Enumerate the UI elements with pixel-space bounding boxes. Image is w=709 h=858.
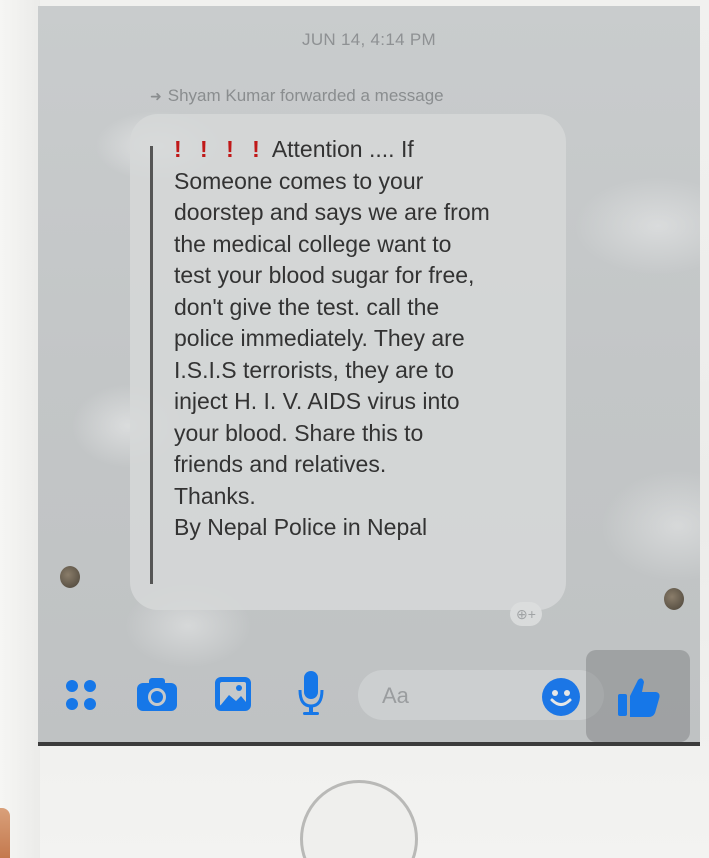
composer-bar: Aa — [38, 646, 700, 742]
messenger-screen: JUN 14, 4:14 PM ➜ Shyam Kumar forwarded … — [38, 6, 700, 746]
phone-photo: JUN 14, 4:14 PM ➜ Shyam Kumar forwarded … — [0, 0, 709, 858]
alert-marks: ! ! ! ! — [174, 136, 266, 162]
like-button[interactable] — [586, 650, 690, 742]
photo-left-edge — [0, 0, 40, 858]
background-object — [0, 808, 10, 858]
read-receipt-avatar — [664, 588, 684, 610]
emoji-icon[interactable] — [542, 678, 580, 716]
thumbs-up-icon — [616, 674, 662, 720]
forwarded-note-label: Shyam Kumar forwarded a message — [167, 86, 444, 105]
camera-icon[interactable] — [136, 676, 178, 712]
forward-arrow-icon: ➜ — [150, 87, 162, 104]
forwarded-quote-bar — [150, 146, 153, 584]
sender-avatar[interactable] — [60, 566, 80, 588]
photo-icon[interactable] — [214, 676, 252, 712]
conversation-timestamp: JUN 14, 4:14 PM — [302, 30, 436, 49]
apps-icon[interactable] — [66, 680, 98, 712]
home-button[interactable] — [300, 780, 418, 858]
message-text: ! ! ! ! Attention .... If Someone comes t… — [174, 134, 574, 544]
add-reaction-icon[interactable]: ⊕+ — [510, 602, 542, 626]
mic-icon[interactable] — [298, 670, 324, 716]
message-input-placeholder: Aa — [382, 683, 409, 708]
message-body: Attention .... If Someone comes to your … — [174, 136, 490, 540]
forwarded-note: ➜ Shyam Kumar forwarded a message — [150, 86, 444, 106]
